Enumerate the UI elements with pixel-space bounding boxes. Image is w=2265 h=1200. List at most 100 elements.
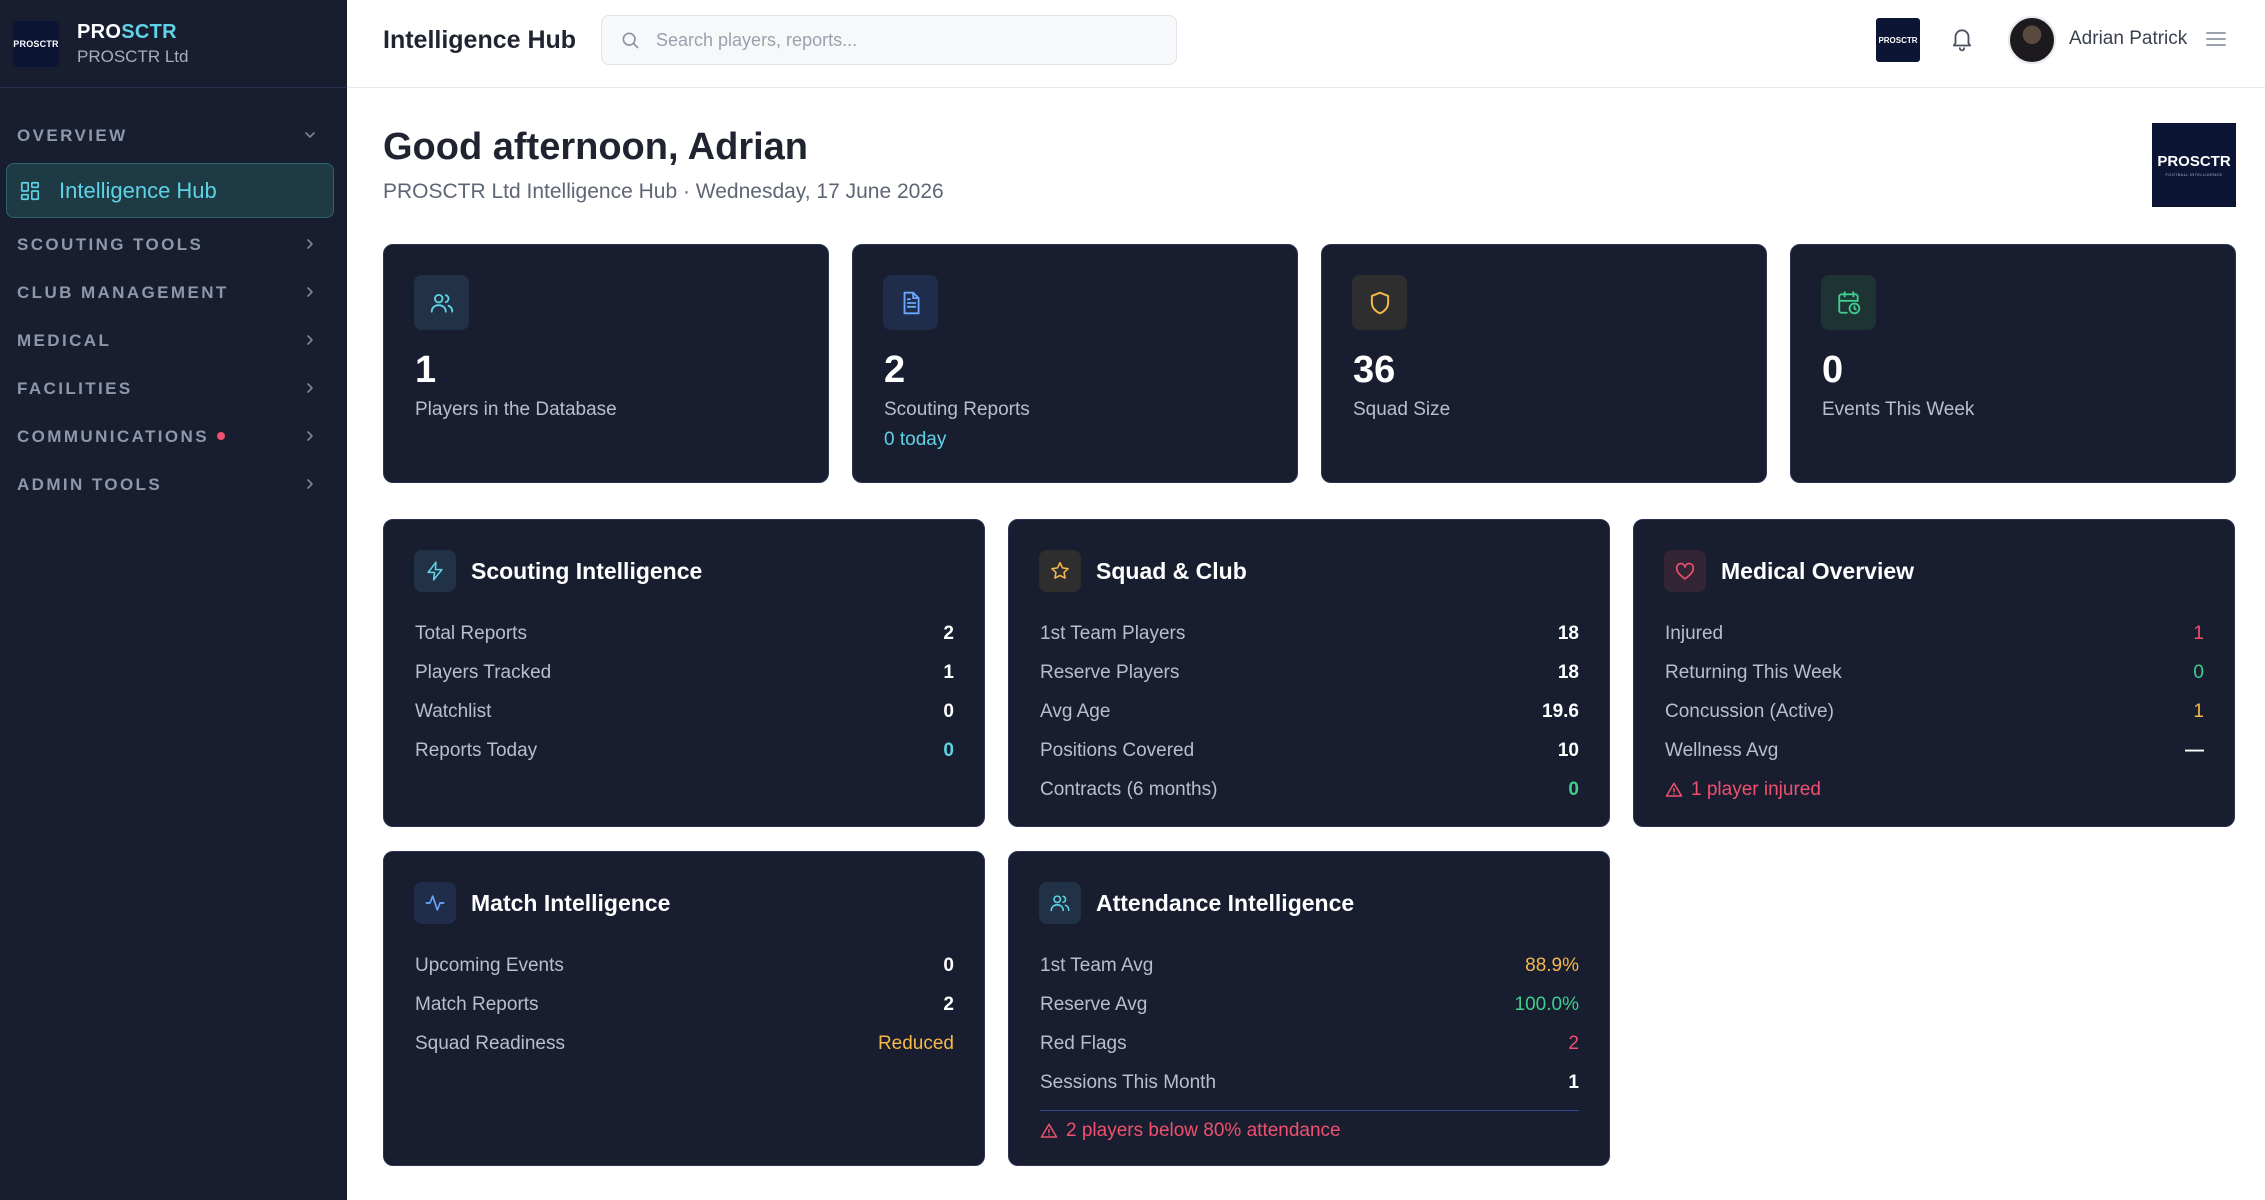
menu-icon[interactable] — [2205, 30, 2227, 48]
chevron-down-icon — [303, 128, 317, 145]
chevron-right-icon — [303, 333, 317, 350]
metric-row: Returning This Week 0 — [1665, 661, 2204, 683]
metric-row: Injured 1 — [1665, 622, 2204, 644]
search-box[interactable] — [601, 15, 1177, 65]
stat-card-events[interactable]: 0 Events This Week — [1790, 244, 2236, 483]
stat-label: Scouting Reports — [884, 399, 1030, 420]
panel-title: Squad & Club — [1096, 557, 1247, 584]
nav-section-facilities[interactable]: FACILITIES — [0, 365, 347, 413]
metric-row: 1st Team Avg 88.9% — [1040, 954, 1579, 976]
chevron-right-icon — [303, 381, 317, 398]
stat-card-players[interactable]: 1 Players in the Database — [383, 244, 829, 483]
dashboard-icon — [20, 181, 40, 200]
calendar-clock-icon — [1821, 275, 1876, 330]
metric-row: Reports Today 0 — [415, 739, 954, 761]
lightning-icon — [414, 550, 456, 592]
nav-section-medical[interactable]: MEDICAL — [0, 317, 347, 365]
panel-squad-club: Squad & Club 1st Team Players 18 Reserve … — [1008, 519, 1610, 827]
metric-row: Reserve Avg 100.0% — [1040, 993, 1579, 1015]
metric-row: Squad Readiness Reduced — [415, 1032, 954, 1054]
panel-title: Attendance Intelligence — [1096, 889, 1355, 916]
user-name[interactable]: Adrian Patrick — [2069, 28, 2187, 50]
page-header-title: Intelligence Hub — [383, 26, 577, 54]
metric-row: Wellness Avg — — [1665, 739, 2204, 761]
metric-row: Reserve Players 18 — [1040, 661, 1579, 683]
star-icon — [1039, 550, 1081, 592]
panel-attendance-intelligence: Attendance Intelligence 1st Team Avg 88.9… — [1008, 851, 1610, 1166]
metric-row: Avg Age 19.6 — [1040, 700, 1579, 722]
panel-title: Match Intelligence — [471, 889, 671, 916]
metric-row: Sessions This Month 1 — [1040, 1071, 1579, 1093]
stat-card-squad[interactable]: 36 Squad Size — [1321, 244, 1767, 483]
metric-list: Injured 1 Returning This Week 0 Concussion… — [1665, 614, 2204, 809]
brand[interactable]: PROSCTR PROSCTR PROSCTR Ltd — [0, 0, 347, 88]
bell-icon[interactable] — [1949, 25, 1975, 53]
stat-card-reports[interactable]: 2 Scouting Reports 0 today — [852, 244, 1298, 483]
chevron-right-icon — [303, 429, 317, 446]
sidebar: PROSCTR PROSCTR PROSCTR Ltd OVERVIEW Int… — [0, 0, 347, 1200]
nav-section-admin-tools[interactable]: ADMIN TOOLS — [0, 461, 347, 509]
metric-row: Concussion (Active) 1 — [1665, 700, 2204, 722]
nav-section-scouting-tools[interactable]: SCOUTING TOOLS — [0, 221, 347, 269]
panel-header: Scouting Intelligence — [414, 550, 702, 592]
panel-medical-overview: Medical Overview Injured 1 Returning This… — [1633, 519, 2235, 827]
sidebar-item-intelligence-hub[interactable]: Intelligence Hub — [6, 163, 334, 218]
stat-value: 2 — [884, 349, 906, 391]
chevron-right-icon — [303, 237, 317, 254]
panel-header: Medical Overview — [1664, 550, 1914, 592]
greeting: Good afternoon, Adrian — [383, 126, 809, 168]
brand-name: PROSCTR — [77, 20, 177, 43]
stat-label: Events This Week — [1822, 399, 1975, 420]
stat-value: 1 — [415, 349, 437, 391]
metric-row: Contracts (6 months) 0 — [1040, 778, 1579, 800]
metric-row: Watchlist 0 — [415, 700, 954, 722]
panel-scouting-intelligence: Scouting Intelligence Total Reports 2 Pla… — [383, 519, 985, 827]
stat-sub: 0 today — [884, 429, 947, 450]
nav-section-overview[interactable]: OVERVIEW — [0, 112, 347, 160]
panel-header: Squad & Club — [1039, 550, 1247, 592]
warning-icon — [1040, 1123, 1058, 1138]
stat-value: 36 — [1353, 349, 1396, 391]
panel-title: Scouting Intelligence — [471, 557, 703, 584]
notification-dot — [216, 431, 225, 440]
brand-logo: PROSCTR — [13, 20, 59, 67]
nav-section-club-management[interactable]: CLUB MANAGEMENT — [0, 269, 347, 317]
avatar[interactable] — [2008, 16, 2056, 64]
panel-header: Attendance Intelligence — [1039, 882, 1354, 924]
stat-label: Squad Size — [1353, 399, 1451, 420]
metric-list: Total Reports 2 Players Tracked 1 Watchlis… — [415, 614, 954, 770]
warning-icon — [1665, 782, 1683, 797]
panel-header: Match Intelligence — [414, 882, 670, 924]
metric-list: Upcoming Events 0 Match Reports 2 Squad Re… — [415, 946, 954, 1063]
users-icon — [1039, 882, 1081, 924]
panel-title: Medical Overview — [1721, 557, 1915, 584]
metric-list: 1st Team Avg 88.9% Reserve Avg 100.0% Red … — [1040, 946, 1579, 1150]
metric-row: Positions Covered 10 — [1040, 739, 1579, 761]
metric-row: Players Tracked 1 — [415, 661, 954, 683]
sidebar-nav: OVERVIEW Intelligence Hub SCOUTING TOOLS… — [0, 88, 347, 509]
attendance-alert: 2 players below 80% attendance — [1040, 1111, 1579, 1150]
metric-row: Red Flags 2 — [1040, 1032, 1579, 1054]
activity-icon — [414, 882, 456, 924]
panel-match-intelligence: Match Intelligence Upcoming Events 0 Matc… — [383, 851, 985, 1166]
metric-row: Match Reports 2 — [415, 993, 954, 1015]
metric-list: 1st Team Players 18 Reserve Players 18 Avg… — [1040, 614, 1579, 809]
page-subtitle: PROSCTR Ltd Intelligence Hub · Wednesday… — [383, 180, 944, 203]
club-logo: PROSCTR FOOTBALL INTELLIGENCE — [2152, 123, 2236, 207]
header-logo: PROSCTR — [1876, 18, 1920, 62]
chevron-right-icon — [303, 285, 317, 302]
document-icon — [883, 275, 938, 330]
metric-row: 1st Team Players 18 — [1040, 622, 1579, 644]
top-header: Intelligence Hub PROSCTR Adrian Patrick — [347, 0, 2265, 88]
nav-section-communications[interactable]: COMMUNICATIONS — [0, 413, 347, 461]
search-input[interactable] — [656, 29, 1156, 51]
metric-row: Upcoming Events 0 — [415, 954, 954, 976]
search-icon — [622, 32, 639, 49]
brand-org: PROSCTR Ltd — [77, 46, 189, 66]
chevron-right-icon — [303, 477, 317, 494]
brand-text: PROSCTR PROSCTR Ltd — [77, 21, 188, 67]
shield-icon — [1352, 275, 1407, 330]
metric-row: Total Reports 2 — [415, 622, 954, 644]
medical-alert: 1 player injured — [1665, 770, 2204, 809]
users-icon — [414, 275, 469, 330]
